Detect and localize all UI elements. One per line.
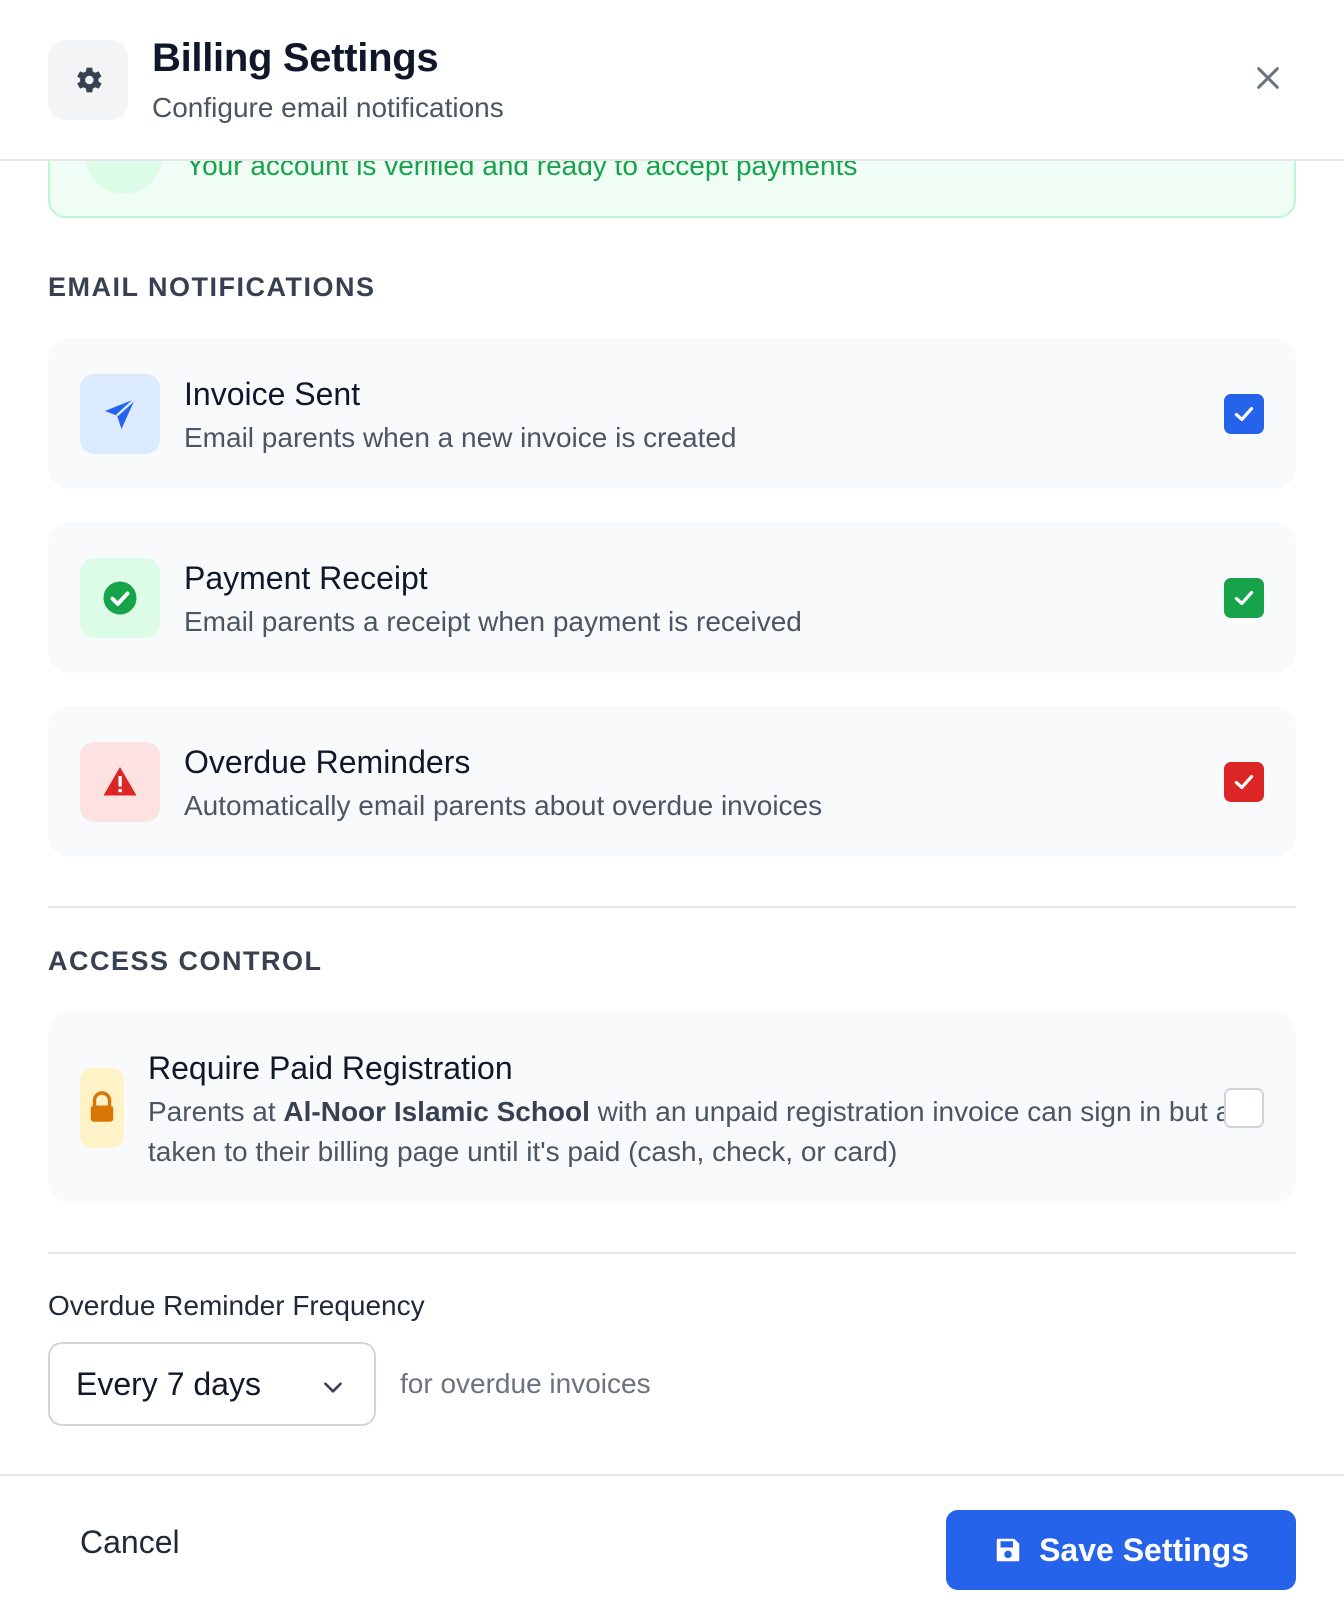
checkmark-icon [1234,590,1254,606]
email-notifications-heading: EMAIL NOTIFICATIONS [48,272,376,302]
access-control-heading: ACCESS CONTROL [48,946,323,976]
modal-title: Billing Settings [152,36,439,80]
modal-subtitle: Configure email notifications [152,92,504,123]
modal-header: Billing Settings Configure email notific… [0,0,1344,161]
modal-footer: Cancel Save Settings [0,1474,1344,1620]
overdue-reminders-checkbox[interactable] [1224,762,1264,802]
payment-receipt-card: Payment Receipt Email parents a receipt … [48,522,1296,673]
checkmark-icon [1234,774,1254,790]
description-prefix: Parents at [148,1096,284,1127]
floppy-disk-icon [996,1538,1020,1562]
overdue-reminders-title: Overdue Reminders [184,744,471,780]
billing-settings-modal: Your account is verified and ready to ac… [0,0,1344,1620]
frequency-select[interactable]: Every 7 days [48,1342,376,1426]
lock-icon [80,1068,124,1148]
check-circle-icon [80,558,160,638]
section-divider [48,906,1296,908]
warning-icon [80,742,160,822]
save-settings-button[interactable]: Save Settings [946,1510,1296,1590]
overdue-reminders-description: Automatically email parents about overdu… [184,790,823,821]
require-paid-registration-card: Require Paid Registration Parents at Al-… [48,1012,1296,1203]
require-paid-registration-description: Parents at Al-Noor Islamic School with a… [148,1092,1268,1172]
gear-icon [48,40,128,120]
frequency-select-value: Every 7 days [76,1366,261,1402]
invoice-sent-description: Email parents when a new invoice is crea… [184,422,737,453]
chevron-down-icon [324,1382,342,1393]
frequency-label: Overdue Reminder Frequency [48,1290,425,1321]
require-paid-registration-checkbox[interactable] [1224,1088,1264,1128]
frequency-suffix: for overdue invoices [400,1368,651,1399]
checkmark-icon [1234,406,1254,422]
school-name: Al-Noor Islamic School [283,1096,590,1127]
payment-receipt-description: Email parents a receipt when payment is … [184,606,802,637]
close-icon [1257,67,1279,89]
payment-receipt-checkbox[interactable] [1224,578,1264,618]
payment-receipt-title: Payment Receipt [184,560,428,596]
close-button[interactable] [1248,58,1288,98]
paper-plane-icon [80,374,160,454]
section-divider [48,1252,1296,1254]
invoice-sent-title: Invoice Sent [184,376,361,412]
require-paid-registration-title: Require Paid Registration [148,1050,513,1086]
overdue-reminders-card: Overdue Reminders Automatically email pa… [48,706,1296,857]
invoice-sent-card: Invoice Sent Email parents when a new in… [48,338,1296,489]
cancel-button[interactable]: Cancel [80,1524,180,1561]
invoice-sent-checkbox[interactable] [1224,394,1264,434]
save-settings-label: Save Settings [1039,1531,1249,1568]
